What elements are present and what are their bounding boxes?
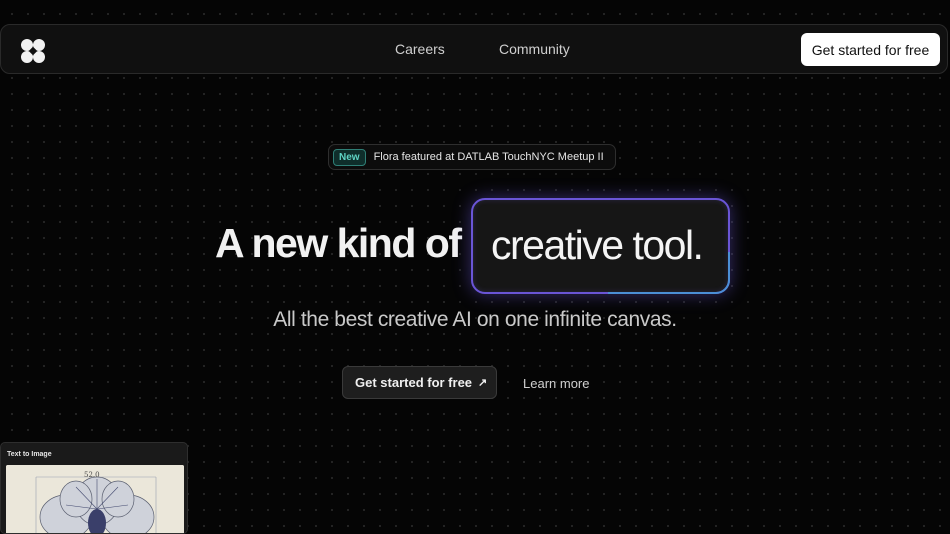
subheadline: All the best creative AI on one infinite… bbox=[273, 308, 677, 331]
announcement-pill[interactable]: New Flora featured at DATLAB TouchNYC Me… bbox=[328, 144, 616, 170]
headline-highlight-box: creative tool. bbox=[471, 198, 730, 294]
headline-part2: creative tool. bbox=[491, 222, 704, 268]
flower-illustration-image: 52.0 bbox=[6, 465, 184, 533]
hero-get-started-button[interactable]: Get started for free ↗ bbox=[342, 366, 497, 399]
new-badge: New bbox=[333, 148, 366, 166]
flora-logo-icon[interactable] bbox=[20, 38, 46, 64]
nav-link-community[interactable]: Community bbox=[499, 41, 570, 57]
text-to-image-card[interactable]: Text to Image 52.0 bbox=[0, 442, 188, 534]
nav-link-careers[interactable]: Careers bbox=[395, 41, 445, 57]
announcement-text: Flora featured at DATLAB TouchNYC Meetup… bbox=[373, 151, 604, 163]
learn-more-link[interactable]: Learn more bbox=[523, 376, 589, 391]
card-title: Text to Image bbox=[7, 451, 52, 458]
headline-part1: A new kind of bbox=[215, 220, 462, 266]
get-started-button[interactable]: Get started for free bbox=[801, 33, 940, 66]
arrow-up-right-icon: ↗ bbox=[478, 377, 488, 389]
hero-cta-label: Get started for free bbox=[355, 375, 473, 390]
image-dimension-label: 52.0 bbox=[84, 471, 100, 479]
top-navbar: Careers Community Get started for free bbox=[0, 24, 948, 74]
